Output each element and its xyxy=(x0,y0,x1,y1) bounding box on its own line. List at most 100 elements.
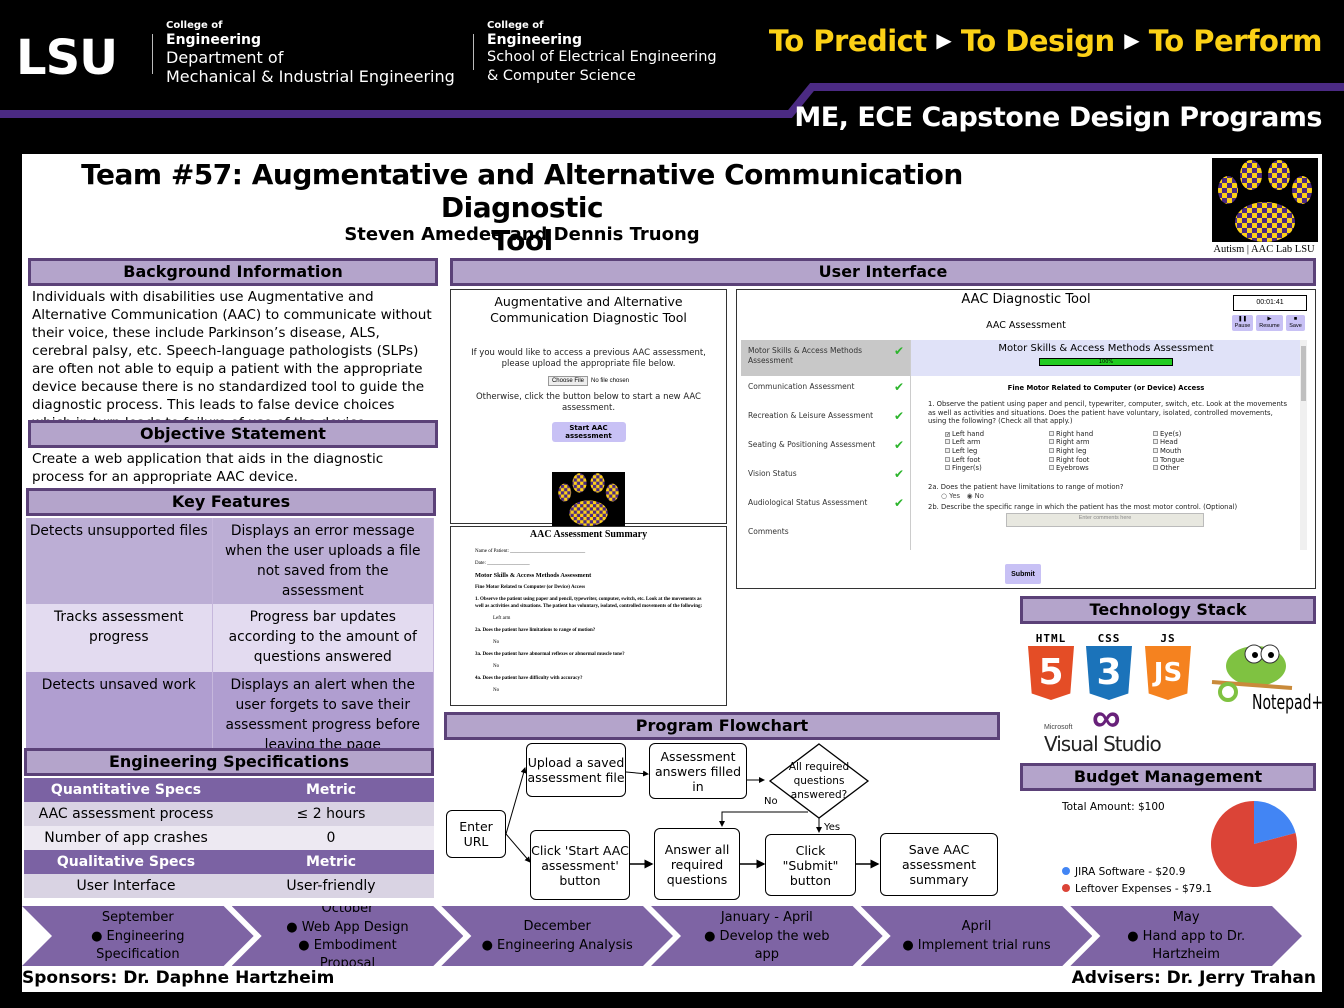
radio-yes[interactable]: ○ Yes xyxy=(941,492,960,500)
scrollbar[interactable] xyxy=(1300,340,1307,550)
checkbox-empty-icon[interactable] xyxy=(1049,430,1054,436)
checkbox-empty-icon[interactable] xyxy=(1153,456,1158,462)
question-2b: 2b. Describe the specific range in which… xyxy=(928,502,1238,511)
start-assessment-button[interactable]: Start AAC assessment xyxy=(551,422,626,442)
checkbox-checked-icon[interactable]: ✓ xyxy=(945,431,950,437)
autism-paw-logo xyxy=(1212,158,1318,242)
checkbox[interactable]: Right foot xyxy=(1049,456,1153,465)
sidebar-item[interactable]: Audiological Status Assessment ✔ xyxy=(741,492,910,521)
checkbox-label: Right leg xyxy=(1056,446,1087,455)
timeline-step: December ● Engineering Analysis xyxy=(441,906,673,966)
checkbox[interactable]: Right hand xyxy=(1049,430,1153,439)
checkmark-icon: ✔ xyxy=(893,344,904,358)
checkmark-icon: ✔ xyxy=(893,380,904,394)
background-text: Individuals with disabilities use Augmen… xyxy=(32,289,432,431)
javascript-icon: JS xyxy=(1145,646,1191,700)
checkbox-label: Right arm xyxy=(1056,438,1090,447)
checkbox[interactable]: Right arm xyxy=(1049,438,1153,447)
summary-title: AAC Assessment Summary xyxy=(529,529,648,540)
section-sidebar: Motor Skills & Access Methods Assessment… xyxy=(741,340,911,550)
checkbox[interactable]: Mouth xyxy=(1153,447,1257,456)
checkbox-empty-icon[interactable] xyxy=(1153,430,1158,436)
checkbox-empty-icon[interactable] xyxy=(1153,447,1158,453)
legend-dot-icon xyxy=(1062,884,1070,892)
authors: Steven Amedee and Dennis Truong xyxy=(344,224,700,245)
checkbox-empty-icon[interactable] xyxy=(1049,456,1054,462)
checkbox-label: Finger(s) xyxy=(952,464,982,473)
scrollbar-thumb[interactable] xyxy=(1301,346,1306,401)
checkbox-empty-icon[interactable] xyxy=(1049,447,1054,453)
checkbox[interactable]: Eye(s) xyxy=(1153,430,1257,439)
sidebar-item[interactable]: Communication Assessment ✔ xyxy=(741,376,910,405)
checkbox[interactable]: Left foot xyxy=(945,456,1049,465)
checkbox[interactable]: Tongue xyxy=(1153,456,1257,465)
description-cell: Progress bar updates according to the am… xyxy=(212,604,434,672)
submit-button[interactable]: Submit xyxy=(1005,564,1041,584)
checkbox-label: Left hand xyxy=(952,429,985,438)
checkbox-label: Left arm xyxy=(952,438,981,447)
summary-line: No xyxy=(493,688,500,693)
checkbox[interactable]: Other xyxy=(1153,464,1257,473)
checkbox-empty-icon[interactable] xyxy=(945,456,950,462)
sidebar-item[interactable]: Comments xyxy=(741,521,910,550)
checkbox[interactable]: Left arm xyxy=(945,438,1049,447)
checkmark-icon: ✔ xyxy=(893,409,904,423)
upload-prompt-line-2: please upload the appropriate file below… xyxy=(501,359,676,369)
radio-no[interactable]: ◉ No xyxy=(967,492,984,500)
radio-group: ○ Yes ◉ No xyxy=(941,492,1301,500)
resume-button[interactable]: ▶ Resume xyxy=(1256,315,1283,331)
summary-line: 4a. Does the patient have difficulty wit… xyxy=(475,676,583,681)
visual-studio-label: Visual Studio xyxy=(1044,732,1162,756)
timeline-item: ● Engineering Analysis xyxy=(481,938,633,953)
checkbox[interactable]: Left leg xyxy=(945,447,1049,456)
checkbox[interactable]: Head xyxy=(1153,438,1257,447)
sidebar-item[interactable]: Seating & Positioning Assessment ✔ xyxy=(741,434,910,463)
summary-line: Motor Skills & Access Methods Assessment xyxy=(475,572,592,579)
key-features-heading: Key Features xyxy=(26,488,436,516)
key-features-table: Detects unsupported files Displays an er… xyxy=(26,518,434,760)
checkbox[interactable]: ✓ Left hand xyxy=(945,430,1049,439)
timeline-item: ● Develop the web app xyxy=(704,929,830,962)
sidebar-item[interactable]: Vision Status ✔ xyxy=(741,463,910,492)
otherwise-text: Otherwise, click the button below to sta… xyxy=(475,392,701,413)
checkbox-empty-icon[interactable] xyxy=(945,447,950,453)
checkbox-label: Left leg xyxy=(952,446,978,455)
checkbox-empty-icon[interactable] xyxy=(945,465,950,471)
tool-title: AAC Diagnostic Tool xyxy=(961,292,1091,307)
checkbox-empty-icon[interactable] xyxy=(1153,465,1158,471)
flow-node-upload: Upload a saved assessment file xyxy=(526,743,626,797)
microsoft-label: Microsoft xyxy=(1044,724,1073,731)
checkbox-empty-icon[interactable] xyxy=(1049,439,1054,445)
flow-node-save: Save AAC assessment summary xyxy=(880,833,998,896)
save-button[interactable]: ■ Save xyxy=(1286,315,1305,331)
diagnostic-tool-screenshot: AAC Diagnostic Tool AAC Assessment 00:01… xyxy=(736,289,1316,589)
table-row: Number of app crashes 0 xyxy=(24,826,434,850)
checkbox-label: Other xyxy=(1160,464,1180,473)
timeline-month: April xyxy=(961,919,992,934)
summary-line: Date: _________________ xyxy=(475,561,530,566)
pause-label: Pause xyxy=(1234,323,1251,329)
checkbox-label: Eye(s) xyxy=(1160,429,1182,438)
sponsors: Sponsors: Dr. Daphne Hartzheim xyxy=(22,968,335,988)
checkbox[interactable]: Eyebrows xyxy=(1049,464,1153,473)
sidebar-item[interactable]: Recreation & Leisure Assessment ✔ xyxy=(741,405,910,434)
comments-textarea[interactable]: Enter comments here xyxy=(1006,513,1204,528)
checkbox[interactable]: Right leg xyxy=(1049,447,1153,456)
table-row: AAC assessment process ≤ 2 hours xyxy=(24,802,434,826)
summary-line: No xyxy=(493,640,500,645)
summary-screenshot: AAC Assessment Summary Name of Patient: … xyxy=(450,526,727,706)
checkbox-empty-icon[interactable] xyxy=(945,439,950,445)
checkbox-empty-icon[interactable] xyxy=(1153,439,1158,445)
sidebar-item[interactable]: Motor Skills & Access Methods Assessment… xyxy=(741,340,910,376)
checkbox[interactable]: Finger(s) xyxy=(945,464,1049,473)
checkbox-empty-icon[interactable] xyxy=(1049,465,1054,471)
pause-button[interactable]: ❚❚ Pause xyxy=(1232,315,1253,331)
spec-cell: AAC assessment process xyxy=(24,802,228,826)
active-section-title: Motor Skills & Access Methods Assessment xyxy=(998,343,1214,354)
choose-file-button[interactable]: Choose File xyxy=(547,376,588,386)
visual-studio-logo: ∞ Microsoft Visual Studio xyxy=(1044,696,1174,756)
start-screen-screenshot: Augmentative and Alternative Communicati… xyxy=(450,289,727,533)
budget-pie-chart xyxy=(1211,801,1297,887)
checkbox-label: Tongue xyxy=(1160,455,1185,464)
file-input[interactable]: Choose File No file chosen xyxy=(451,376,726,386)
